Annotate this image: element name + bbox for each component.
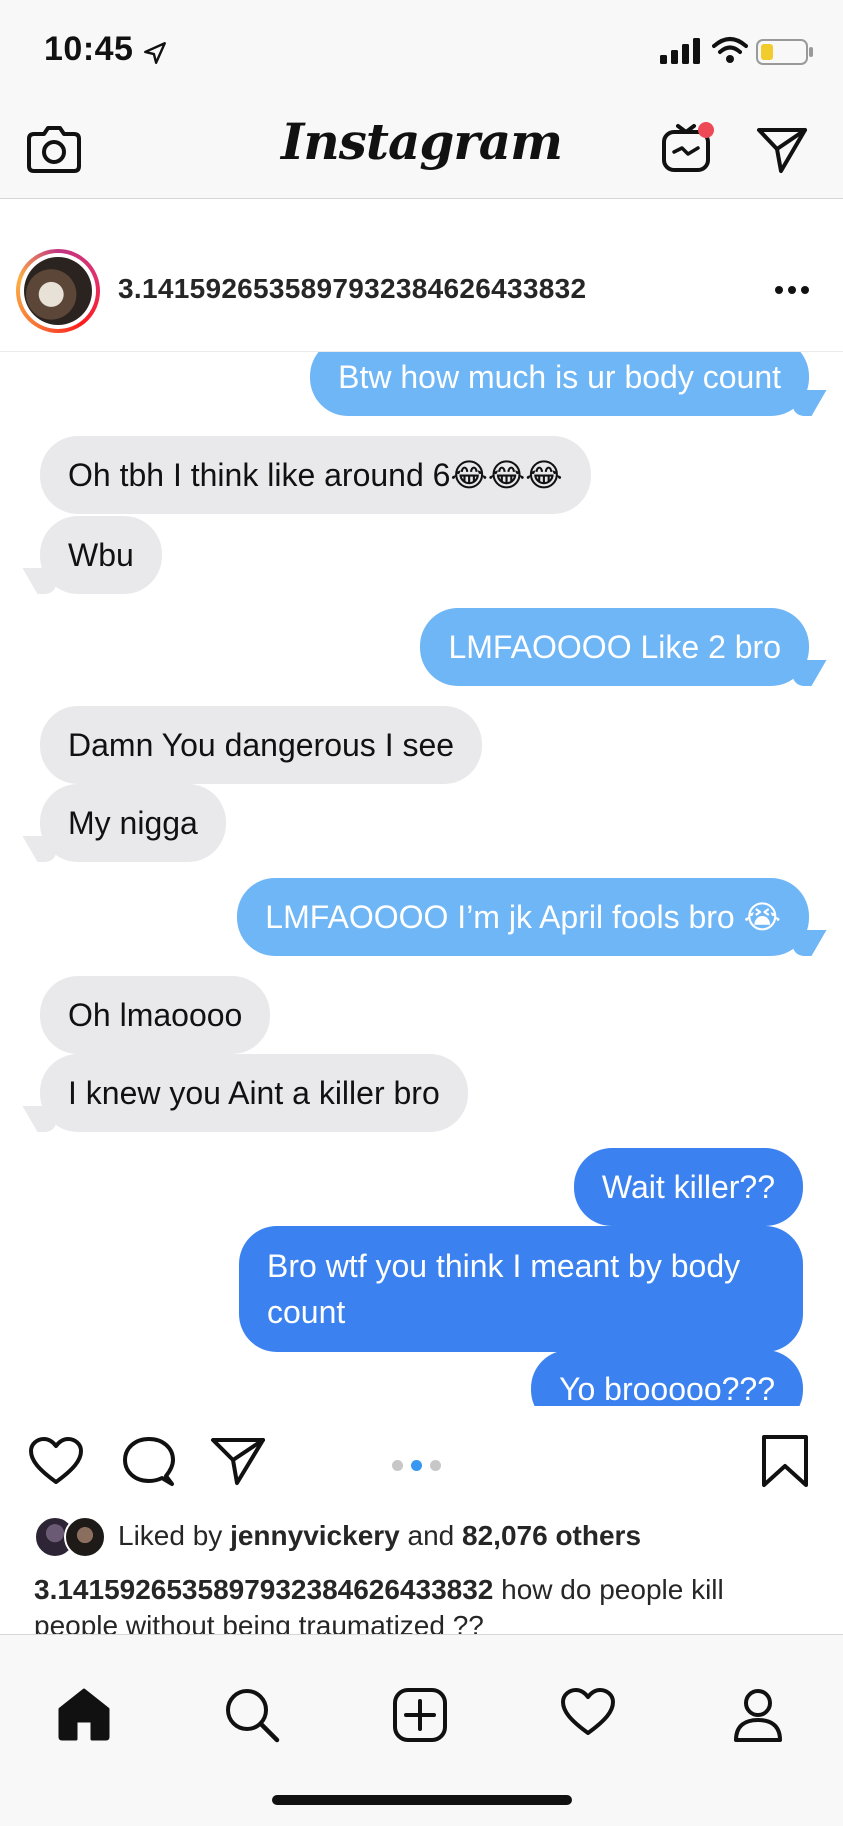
message-bubble-received: Damn You dangerous I see [40,706,483,784]
message-bubble-received: I knew you Aint a killer bro [40,1054,468,1132]
bottom-tab-bar [0,1634,843,1826]
post-image-text-conversation[interactable]: Btw how much is ur body count Oh tbh I t… [0,352,843,1406]
location-arrow-icon [144,42,166,64]
direct-message-icon[interactable] [756,126,808,174]
post-actions-bar [0,1406,843,1506]
add-post-icon[interactable] [392,1687,448,1743]
post-caption: 3.1415926535897932384626433832 how do pe… [34,1572,814,1634]
likes-prefix: Liked by [118,1520,231,1551]
likes-text[interactable]: Liked by jennyvickery and 82,076 others [118,1520,641,1552]
bookmark-icon[interactable] [760,1434,810,1488]
carousel-dot [392,1460,403,1471]
cellular-signal-icon [660,38,700,64]
likes-summary[interactable]: Liked by jennyvickery and 82,076 others [0,1506,843,1566]
likes-connector: and [399,1520,463,1551]
home-icon[interactable] [56,1687,112,1741]
carousel-page-indicator [392,1458,449,1476]
message-bubble-sent: LMFAOOOO Like 2 bro [420,608,809,686]
message-bubble-sent: Wait killer?? [573,1148,803,1226]
caption-username[interactable]: 3.1415926535897932384626433832 [34,1574,493,1605]
top-navigation-bar: Instagram [0,100,843,199]
activity-heart-icon[interactable] [560,1687,616,1737]
carousel-dot-active [411,1460,422,1471]
message-bubble-received: My nigga [40,784,226,862]
likes-others-count[interactable]: 82,076 others [462,1520,641,1551]
post-header: 3.1415926535897932384626433832 [0,199,843,352]
status-time: 10:45 [44,30,134,68]
share-icon[interactable] [210,1436,266,1486]
profile-icon[interactable] [732,1687,784,1743]
search-icon[interactable] [224,1687,280,1743]
like-heart-icon[interactable] [28,1436,84,1486]
message-bubble-sent: LMFAOOOO I’m jk April fools bro 😭 [237,878,809,956]
status-bar: 10:45 [0,0,843,100]
message-bubble-received: Wbu [40,516,162,594]
post-author-username[interactable]: 3.1415926535897932384626433832 [118,273,586,305]
message-bubble-sent: Bro wtf you think I meant by body count [239,1226,803,1352]
post-author-avatar[interactable] [16,249,100,333]
message-bubble-received: Oh tbh I think like around 6😂😂😂 [40,436,591,514]
home-indicator[interactable] [272,1795,572,1805]
liked-by-user[interactable]: jennyvickery [230,1520,400,1551]
wifi-icon [712,37,748,63]
comment-icon[interactable] [122,1436,176,1488]
liker-avatar [64,1516,106,1558]
battery-icon [756,39,813,65]
more-options-icon[interactable] [774,285,810,295]
message-bubble-sent: Yo brooooo??? [531,1350,803,1406]
carousel-dot [430,1460,441,1471]
igtv-icon[interactable] [658,120,718,176]
message-bubble-received: Oh lmaoooo [40,976,271,1054]
message-bubble-sent: Btw how much is ur body count [310,352,809,416]
